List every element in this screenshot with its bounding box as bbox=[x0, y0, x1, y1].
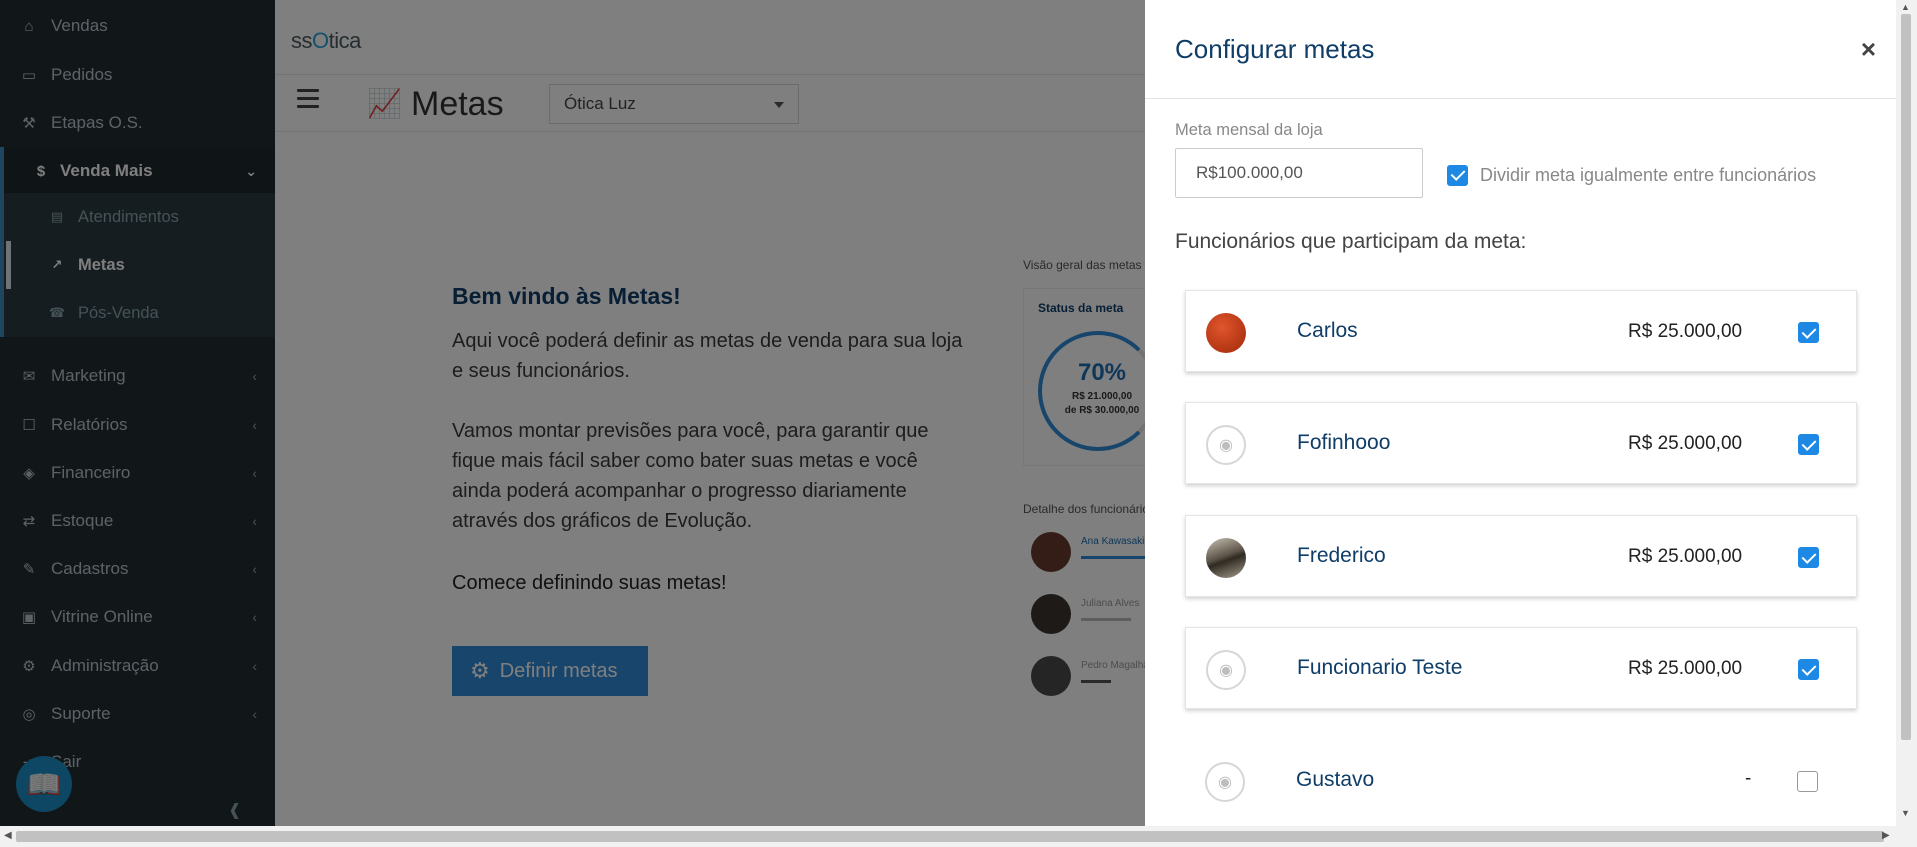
employee-participates-checkbox[interactable] bbox=[1798, 659, 1819, 680]
employee-participates-checkbox[interactable] bbox=[1798, 434, 1819, 455]
employee-participates-checkbox[interactable] bbox=[1798, 322, 1819, 343]
scroll-left-icon[interactable]: ◀ bbox=[4, 830, 12, 841]
close-icon[interactable]: × bbox=[1861, 34, 1876, 65]
employee-goal-card: ◉ Funcionario Teste R$ 25.000,00 bbox=[1185, 627, 1857, 709]
employee-goal-amount: R$ 25.000,00 bbox=[1628, 546, 1743, 567]
scroll-down-icon[interactable]: ▼ bbox=[1901, 808, 1910, 818]
employee-goal-field[interactable]: R$ 25.000,00 bbox=[1606, 635, 1840, 703]
employee-goal-card: Carlos R$ 25.000,00 bbox=[1185, 290, 1857, 372]
store-goal-input[interactable]: R$100.000,00 bbox=[1175, 148, 1423, 198]
participants-label: Funcionários que participam da meta: bbox=[1175, 230, 1527, 253]
scrollbar-thumb[interactable] bbox=[16, 831, 1884, 842]
employee-goal-amount: R$ 25.000,00 bbox=[1628, 658, 1743, 679]
split-equally-checkbox[interactable] bbox=[1447, 164, 1468, 186]
vertical-scrollbar[interactable]: ▲ ▼ bbox=[1896, 0, 1917, 826]
avatar bbox=[1206, 538, 1246, 578]
avatar bbox=[1206, 313, 1246, 353]
scrollbar-thumb[interactable] bbox=[1901, 14, 1911, 740]
employee-goal-field[interactable]: R$ 25.000,00 bbox=[1606, 523, 1840, 591]
employee-goal-field[interactable]: R$ 25.000,00 bbox=[1606, 410, 1840, 478]
employee-goal-amount: - bbox=[1745, 768, 1752, 789]
employee-name: Funcionario Teste bbox=[1297, 656, 1463, 679]
employee-participates-checkbox[interactable] bbox=[1797, 771, 1818, 792]
split-equally-option[interactable]: Dividir meta igualmente entre funcionári… bbox=[1435, 136, 1845, 214]
employee-goal-card: ◉ Fofinhooo R$ 25.000,00 bbox=[1185, 402, 1857, 484]
camera-icon: ◉ bbox=[1206, 425, 1246, 465]
camera-icon: ◉ bbox=[1206, 650, 1246, 690]
horizontal-scrollbar[interactable]: ◀ ▶ bbox=[0, 826, 1917, 847]
scroll-right-icon[interactable]: ▶ bbox=[1882, 830, 1890, 841]
employee-goal-amount: R$ 25.000,00 bbox=[1628, 433, 1743, 454]
employee-name: Gustavo bbox=[1296, 768, 1375, 791]
employee-goal-card: ◉ Gustavo - bbox=[1185, 740, 1857, 822]
store-goal-label: Meta mensal da loja bbox=[1175, 121, 1323, 139]
configure-goals-panel: Configurar metas × Meta mensal da loja R… bbox=[1145, 0, 1896, 826]
employee-goal-field[interactable]: R$ 25.000,00 bbox=[1606, 298, 1840, 366]
divider bbox=[1145, 98, 1896, 99]
employee-goal-amount: R$ 25.000,00 bbox=[1628, 321, 1743, 342]
employee-goal-card: Frederico R$ 25.000,00 bbox=[1185, 515, 1857, 597]
employee-name: Fofinhooo bbox=[1297, 431, 1391, 454]
scroll-up-icon[interactable]: ▲ bbox=[1901, 2, 1910, 12]
camera-icon: ◉ bbox=[1205, 762, 1245, 802]
split-equally-label: Dividir meta igualmente entre funcionári… bbox=[1480, 164, 1817, 185]
employee-participates-checkbox[interactable] bbox=[1798, 547, 1819, 568]
panel-title: Configurar metas bbox=[1175, 34, 1375, 64]
employee-name: Frederico bbox=[1297, 544, 1386, 567]
employee-name: Carlos bbox=[1297, 319, 1358, 342]
